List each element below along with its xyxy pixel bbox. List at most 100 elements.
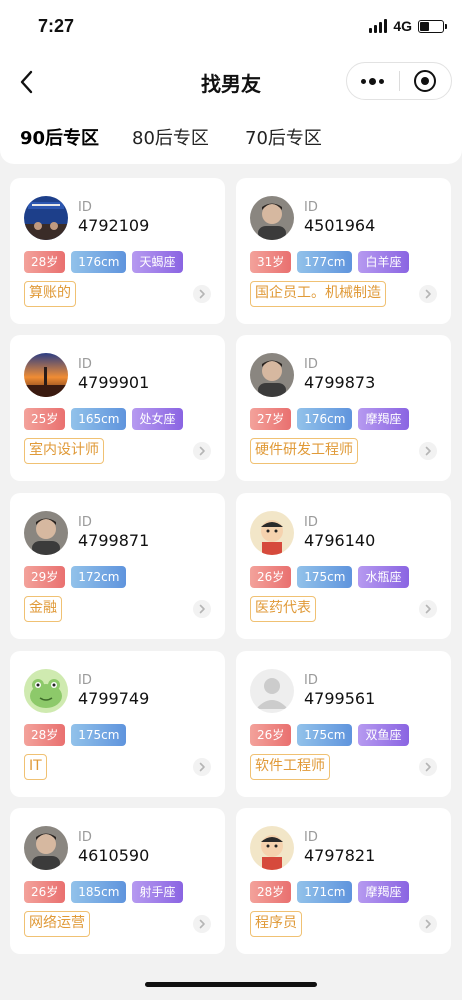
height-badge: 175cm xyxy=(297,724,353,746)
home-indicator xyxy=(145,982,317,987)
profile-card-4799871[interactable]: ID 4799871 29岁 172cm 金融 xyxy=(10,493,225,639)
tab-70s[interactable]: 70后专区 xyxy=(245,124,322,150)
id-label: ID xyxy=(78,830,92,845)
avatar-cartoon-photo[interactable] xyxy=(250,826,294,870)
detail-button[interactable] xyxy=(419,442,437,460)
age-badge: 25岁 xyxy=(24,408,66,430)
profile-card-4792109[interactable]: ID 4792109 28岁 176cm 天蝎座 算账的 xyxy=(10,178,225,324)
status-icons: 4G xyxy=(369,18,447,34)
height-badge: 176cm xyxy=(297,408,353,430)
avatar-portrait-photo[interactable] xyxy=(250,353,294,397)
avatar-portrait-photo[interactable] xyxy=(24,826,68,870)
height-badge: 175cm xyxy=(297,566,353,588)
occupation-tag: 算账的 xyxy=(24,281,76,307)
badge-row: 28岁 176cm 天蝎座 xyxy=(24,251,183,273)
status-bar: 7:27 4G xyxy=(0,0,462,56)
detail-button[interactable] xyxy=(419,915,437,933)
height-badge: 177cm xyxy=(297,251,353,273)
user-id: 4799901 xyxy=(78,373,150,392)
user-id: 4799561 xyxy=(304,689,376,708)
user-id: 4799873 xyxy=(304,373,376,392)
occupation-tag: 室内设计师 xyxy=(24,438,104,464)
zodiac-badge: 白羊座 xyxy=(358,251,409,273)
badge-row: 28岁 175cm xyxy=(24,724,127,746)
profile-card-4501964[interactable]: ID 4501964 31岁 177cm 白羊座 国企员工。机械制造 xyxy=(236,178,451,324)
id-label: ID xyxy=(78,515,92,530)
detail-button[interactable] xyxy=(193,600,211,618)
zodiac-badge: 天蝎座 xyxy=(132,251,183,273)
detail-button[interactable] xyxy=(419,285,437,303)
occupation-tag: 硬件研发工程师 xyxy=(250,438,358,464)
detail-button[interactable] xyxy=(419,600,437,618)
height-badge: 165cm xyxy=(71,408,127,430)
avatar-cartoon-photo[interactable] xyxy=(250,511,294,555)
chevron-right-icon xyxy=(425,919,431,929)
zodiac-badge: 双鱼座 xyxy=(358,724,409,746)
user-id: 4799749 xyxy=(78,689,150,708)
height-badge: 175cm xyxy=(71,724,127,746)
avatar-sunset-photo[interactable] xyxy=(24,353,68,397)
user-id: 4792109 xyxy=(78,216,150,235)
id-label: ID xyxy=(78,200,92,215)
chevron-right-icon xyxy=(425,604,431,614)
chevron-right-icon xyxy=(199,446,205,456)
more-button[interactable] xyxy=(347,63,399,99)
detail-button[interactable] xyxy=(193,285,211,303)
detail-button[interactable] xyxy=(193,915,211,933)
profile-card-4799873[interactable]: ID 4799873 27岁 176cm 摩羯座 硬件研发工程师 xyxy=(236,335,451,481)
profile-card-4610590[interactable]: ID 4610590 26岁 185cm 射手座 网络运营 xyxy=(10,808,225,954)
avatar-portrait-photo[interactable] xyxy=(250,196,294,240)
signal-icon xyxy=(369,19,388,33)
profile-card-4799749[interactable]: ID 4799749 28岁 175cm IT xyxy=(10,651,225,797)
profile-card-4799901[interactable]: ID 4799901 25岁 165cm 处女座 室内设计师 xyxy=(10,335,225,481)
id-label: ID xyxy=(78,673,92,688)
nav-bar: 找男友 xyxy=(0,56,462,108)
chevron-right-icon xyxy=(425,762,431,772)
badge-row: 26岁 185cm 射手座 xyxy=(24,881,183,903)
badge-row: 25岁 165cm 处女座 xyxy=(24,408,183,430)
age-badge: 27岁 xyxy=(250,408,292,430)
avatar-default-avatar[interactable] xyxy=(250,669,294,713)
id-label: ID xyxy=(304,673,318,688)
occupation-tag: 软件工程师 xyxy=(250,754,330,780)
chevron-right-icon xyxy=(425,446,431,456)
status-time: 7:27 xyxy=(38,16,75,36)
user-id: 4799871 xyxy=(78,531,150,550)
zodiac-badge: 摩羯座 xyxy=(358,881,409,903)
id-label: ID xyxy=(304,200,318,215)
user-id: 4610590 xyxy=(78,846,150,865)
chevron-right-icon xyxy=(425,289,431,299)
target-icon xyxy=(414,70,437,92)
detail-button[interactable] xyxy=(193,442,211,460)
tab-80s[interactable]: 80后专区 xyxy=(132,124,209,150)
profile-card-4797821[interactable]: ID 4797821 28岁 171cm 摩羯座 程序员 xyxy=(236,808,451,954)
id-label: ID xyxy=(304,515,318,530)
age-badge: 26岁 xyxy=(250,724,292,746)
age-badge: 31岁 xyxy=(250,251,292,273)
badge-row: 26岁 175cm 双鱼座 xyxy=(250,724,409,746)
tab-90s[interactable]: 90后专区 xyxy=(20,124,99,150)
profile-card-4799561[interactable]: ID 4799561 26岁 175cm 双鱼座 软件工程师 xyxy=(236,651,451,797)
network-type: 4G xyxy=(393,18,412,34)
ellipsis-icon xyxy=(361,77,385,85)
id-label: ID xyxy=(304,830,318,845)
zodiac-badge: 摩羯座 xyxy=(358,408,409,430)
avatar-certificate-photo[interactable] xyxy=(24,196,68,240)
occupation-tag: IT xyxy=(24,754,47,780)
profile-card-4796140[interactable]: ID 4796140 26岁 175cm 水瓶座 医药代表 xyxy=(236,493,451,639)
age-tabs: 90后专区 80后专区 70后专区 xyxy=(0,108,462,164)
avatar-portrait-photo[interactable] xyxy=(24,511,68,555)
detail-button[interactable] xyxy=(419,758,437,776)
battery-level xyxy=(420,21,429,31)
user-id: 4797821 xyxy=(304,846,376,865)
id-label: ID xyxy=(304,357,318,372)
user-id: 4796140 xyxy=(304,531,376,550)
detail-button[interactable] xyxy=(193,758,211,776)
avatar-frog-photo[interactable] xyxy=(24,669,68,713)
height-badge: 171cm xyxy=(297,881,353,903)
user-id: 4501964 xyxy=(304,216,376,235)
height-badge: 176cm xyxy=(71,251,127,273)
close-miniprogram-button[interactable] xyxy=(400,63,452,99)
age-badge: 26岁 xyxy=(24,881,66,903)
age-badge: 28岁 xyxy=(250,881,292,903)
